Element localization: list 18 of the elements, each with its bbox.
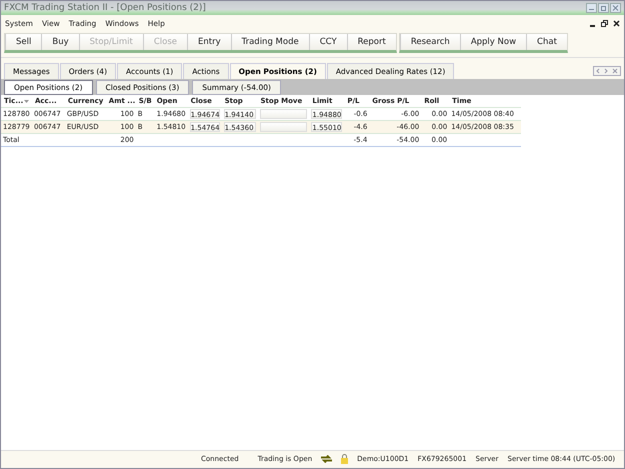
- toolbar-button[interactable]: Buy: [41, 34, 79, 50]
- close-icon[interactable]: [613, 20, 620, 26]
- tab-navigation-icon[interactable]: [593, 66, 621, 76]
- toolbar-button[interactable]: Entry: [187, 34, 231, 50]
- window-title: FXCM Trading Station II - [Open Positions (2)]: [4, 3, 206, 13]
- restore-icon[interactable]: [601, 20, 608, 26]
- input-field[interactable]: [260, 109, 308, 119]
- toolbar-button[interactable]: Report: [346, 34, 396, 50]
- toolbar-button[interactable]: Apply Now: [460, 34, 526, 50]
- toolbar-button[interactable]: CCY: [308, 34, 347, 50]
- toolbar-button[interactable]: Sell: [5, 34, 42, 50]
- sort-arrow-icon: [24, 100, 30, 102]
- toolbar-button[interactable]: Trading Mode: [230, 34, 309, 50]
- input-field[interactable]: [260, 122, 308, 132]
- arrows-icon: [321, 454, 332, 462]
- lock-icon: [341, 454, 348, 464]
- toolbar-button[interactable]: Chat: [526, 34, 567, 50]
- toolbar-button[interactable]: Research: [400, 34, 460, 50]
